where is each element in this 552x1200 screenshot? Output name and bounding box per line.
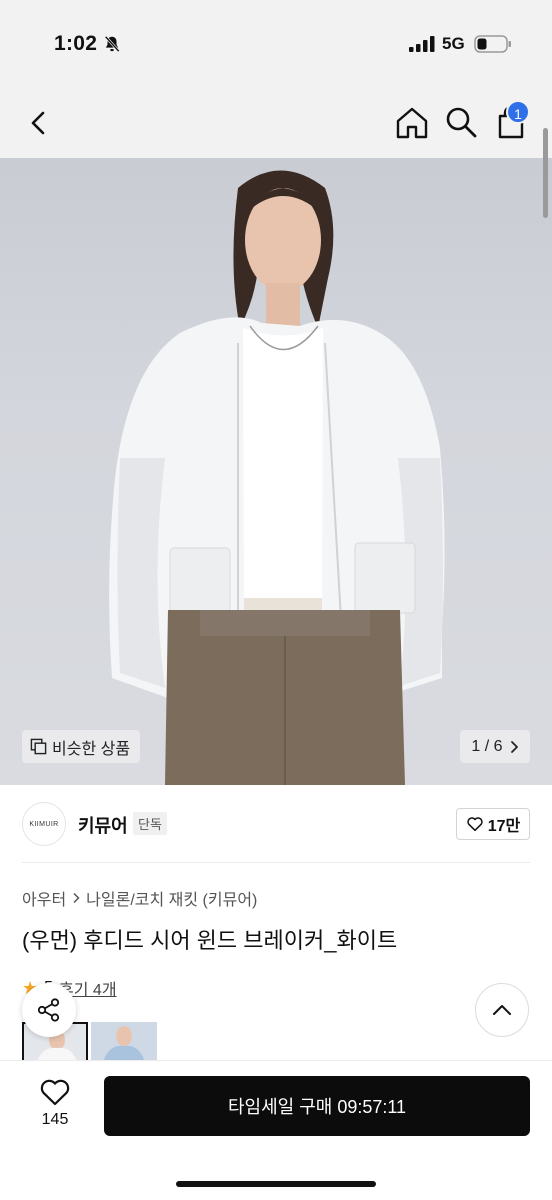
exclusive-badge: 단독 xyxy=(133,812,167,835)
similar-products-button[interactable]: 비슷한 상품 xyxy=(22,730,141,763)
product-title: (우먼) 후디드 시어 윈드 브레이커_화이트 xyxy=(22,928,398,953)
share-icon xyxy=(37,998,60,1022)
top-navigation xyxy=(0,92,552,158)
timesale-buy-button[interactable]: 타임세일 구매 09:57:11 xyxy=(104,1076,530,1136)
heart-icon xyxy=(467,817,483,832)
scroll-to-top-button[interactable] xyxy=(475,983,529,1037)
home-indicator xyxy=(176,1181,376,1187)
model-photo xyxy=(109,170,445,785)
chevron-right-icon xyxy=(73,892,80,904)
wishlist-count: 145 xyxy=(41,1111,69,1128)
buy-button-label: 타임세일 구매 09:57:11 xyxy=(227,1097,407,1117)
home-icon[interactable] xyxy=(392,103,432,143)
wishlist-heart-icon[interactable] xyxy=(39,1077,71,1107)
brand-logo-text: KIIMUIR xyxy=(29,820,59,828)
brand-logo[interactable]: KIIMUIR xyxy=(22,802,66,846)
share-button[interactable] xyxy=(22,983,76,1037)
product-image[interactable] xyxy=(0,158,552,785)
breadcrumb-subcategory[interactable]: 나일론/코치 재킷 (키뮤어) xyxy=(86,886,257,910)
similar-stack-icon xyxy=(30,738,47,755)
battery-icon xyxy=(474,35,511,53)
image-pager[interactable]: 1 / 6 xyxy=(460,730,530,763)
signal-icon xyxy=(409,36,435,52)
brand-name[interactable]: 키뮤어 xyxy=(78,812,128,838)
color-thumbnail-blue[interactable] xyxy=(91,1022,157,1062)
network-label: 5G xyxy=(442,34,465,53)
brand-like-count: 17만 xyxy=(487,818,521,835)
back-arrow-icon[interactable] xyxy=(22,106,56,140)
section-divider xyxy=(22,862,530,863)
pager-label: 1 / 6 xyxy=(471,737,503,755)
chevron-up-icon xyxy=(493,1005,511,1015)
status-bar: 1:02 5G xyxy=(0,0,552,92)
search-icon[interactable] xyxy=(443,104,479,140)
breadcrumb-category[interactable]: 아우터 xyxy=(22,886,66,910)
similar-products-label: 비슷한 상품 xyxy=(52,740,131,758)
status-time: 1:02 xyxy=(54,32,98,55)
breadcrumb: 아우터 나일론/코치 재킷 (키뮤어) xyxy=(22,886,257,910)
chevron-right-icon xyxy=(510,740,518,753)
scrollbar-thumb[interactable] xyxy=(543,128,548,218)
cart-count-badge: 1 xyxy=(506,100,530,124)
brand-like-button[interactable]: 17만 xyxy=(456,808,530,840)
bell-off-icon xyxy=(104,35,120,53)
